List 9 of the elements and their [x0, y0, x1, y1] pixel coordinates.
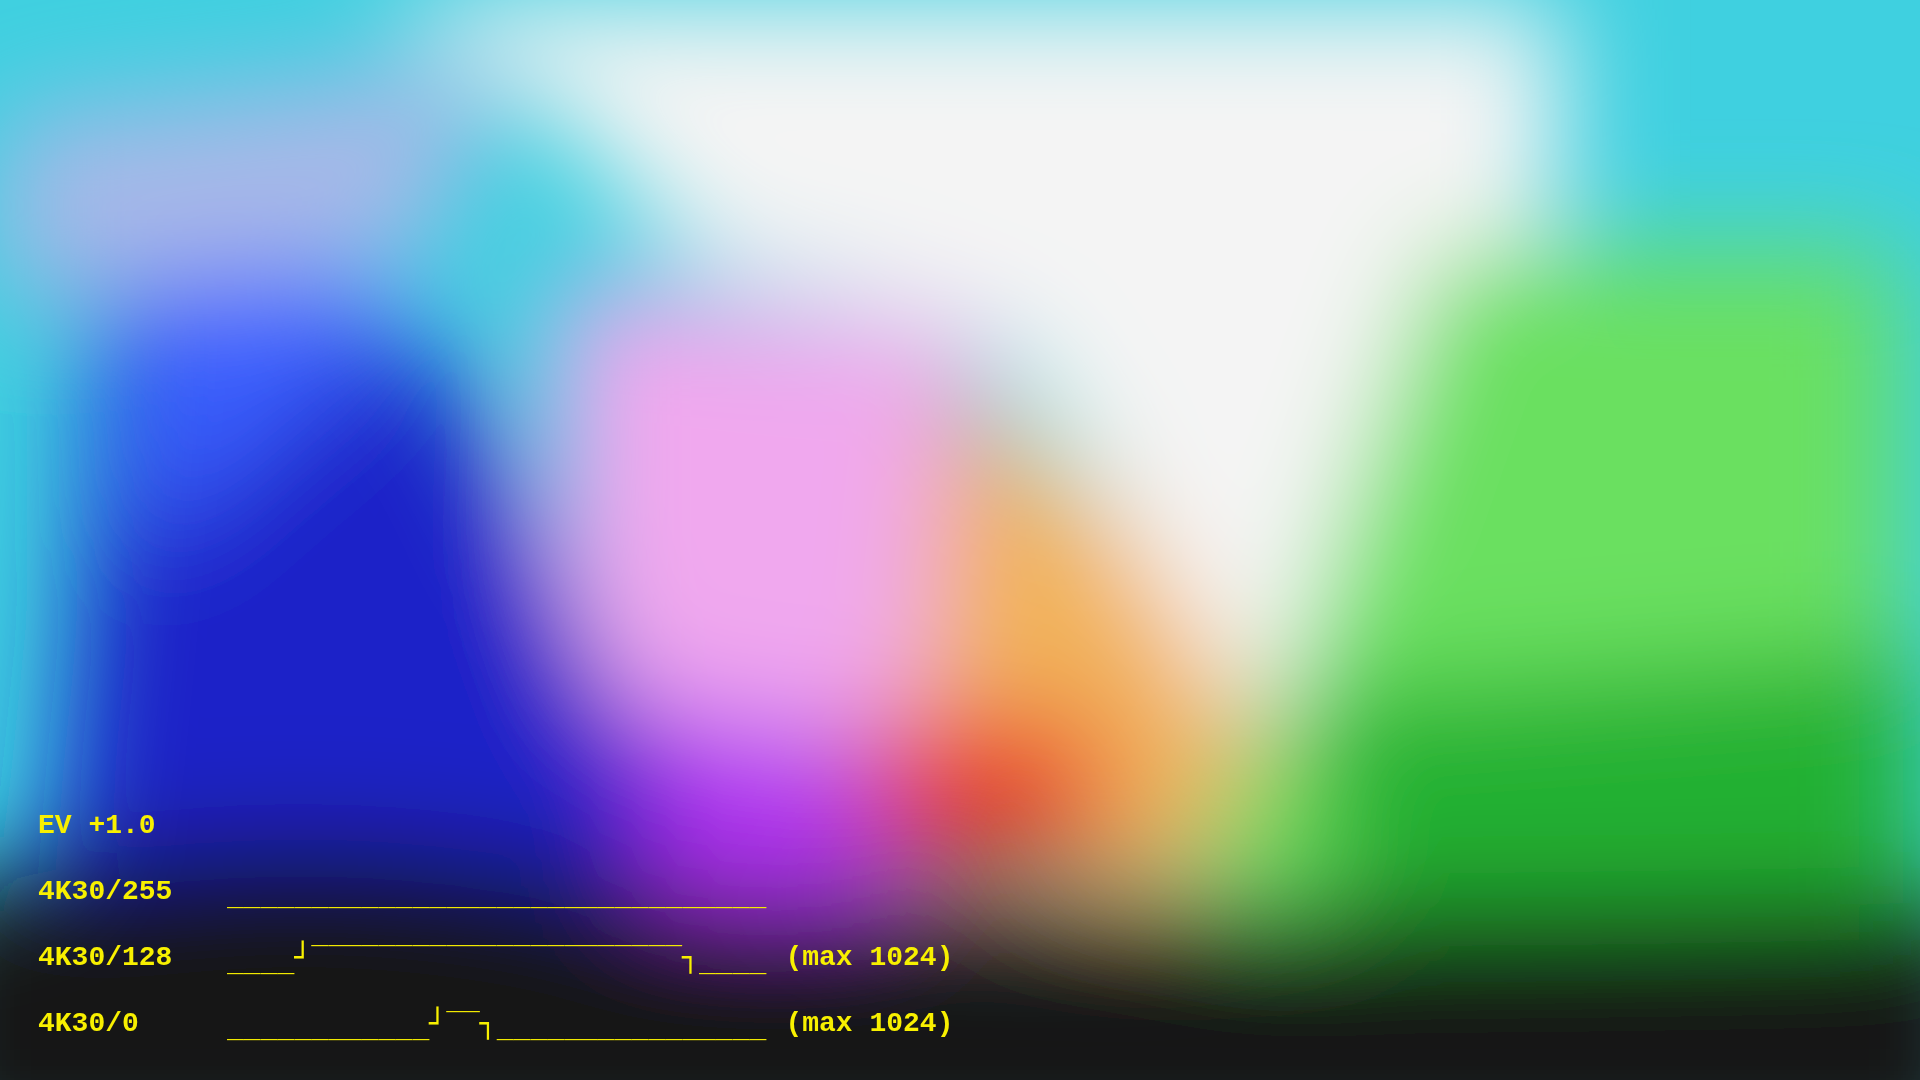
signal-trace: ____________┘‾‾┐________________: [227, 1005, 767, 1042]
max-note: (max 1024): [785, 1007, 954, 1041]
mode-label: 4K30/255: [38, 875, 174, 909]
mode-label: 4K30/128: [38, 941, 174, 975]
signal-trace: ________________________________: [227, 874, 767, 910]
exposure-readout: EV +1.0: [38, 809, 156, 843]
signal-trace: ____┘‾‾‾‾‾‾‾‾‾‾‾‾‾‾‾‾‾‾‾‾‾‾┐____: [227, 939, 767, 976]
max-note: (max 1024): [785, 941, 954, 975]
mode-label: 4K30/0: [38, 1007, 140, 1041]
